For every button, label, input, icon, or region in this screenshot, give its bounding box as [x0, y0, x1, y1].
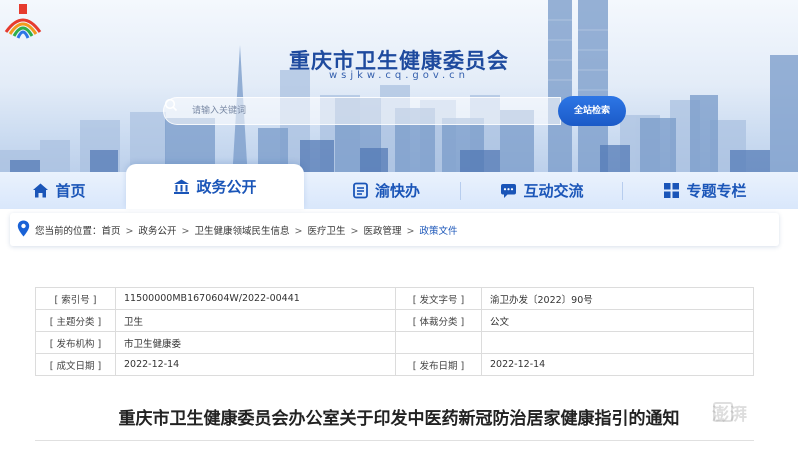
service-icon: [353, 182, 368, 199]
breadcrumb-item-government-affairs[interactable]: 政务公开: [139, 223, 177, 237]
nav-item-special-topics[interactable]: 专题专栏: [624, 172, 786, 209]
main-nav: 首页 政务公开 渝快办 互动交流 专题专栏: [0, 164, 798, 209]
nav-item-label: 政务公开: [196, 178, 257, 196]
nav-item-home[interactable]: 首页: [0, 172, 118, 209]
watermark-text: 澎湃: [712, 405, 748, 425]
nav-divider: [622, 182, 623, 200]
nav-item-yu-kuai-ban[interactable]: 渝快办: [312, 172, 460, 209]
topic-label: [ 主题分类 ]: [35, 309, 116, 332]
chat-icon: [501, 184, 517, 198]
issuer-value: 市卫生健康委: [115, 331, 396, 354]
breadcrumb-separator: >: [406, 226, 415, 237]
grid-icon: [664, 183, 680, 198]
created-date-value: 2022-12-14: [115, 353, 396, 376]
breadcrumb-item-home[interactable]: 首页: [102, 223, 121, 237]
home-icon: [33, 183, 49, 198]
search-icon: [164, 98, 178, 112]
table-row: [ 主题分类 ] 卫生 [ 体裁分类 ] 公文: [35, 309, 754, 332]
nav-item-label: 互动交流: [523, 182, 584, 200]
breadcrumb-item-policy-docs[interactable]: 政策文件: [419, 223, 457, 237]
empty-cell: [481, 331, 754, 354]
breadcrumb-trail: 您当前的位置：首页 > 政务公开 > 卫生健康领域民生信息 > 医疗卫生 > 医政管理 > 政策文件: [35, 223, 457, 237]
city-skyline-illustration: [0, 0, 798, 188]
site-domain: wsjkw.cq.gov.cn: [328, 70, 470, 81]
genre-label: [ 体裁分类 ]: [395, 309, 482, 332]
breadcrumb-item-medical-admin[interactable]: 医政管理: [363, 223, 401, 237]
nav-divider: [460, 182, 461, 200]
search-box: [163, 97, 561, 125]
breadcrumb-item-medical[interactable]: 医疗卫生: [307, 223, 345, 237]
emblem-logo: [4, 4, 42, 39]
breadcrumb: 您当前的位置：首页 > 政务公开 > 卫生健康领域民生信息 > 医疗卫生 > 医政管理 > 政策文件: [10, 213, 779, 246]
breadcrumb-separator: >: [350, 226, 359, 237]
created-date-label: [ 成文日期 ]: [35, 353, 116, 376]
empty-cell: [395, 331, 482, 354]
title-divider: [35, 440, 754, 441]
table-row: [ 发布机构 ] 市卫生健康委: [35, 331, 754, 354]
breadcrumb-separator: >: [125, 226, 134, 237]
index-label: [ 索引号 ]: [35, 287, 116, 310]
doc-number-value: 渝卫办发〔2022〕90号: [481, 287, 754, 310]
breadcrumb-prefix: 您当前的位置：: [35, 226, 102, 237]
header-banner: 重庆市卫生健康委员会 wsjkw.cq.gov.cn 全站检索: [0, 0, 798, 188]
document-meta-table: [ 索引号 ] 11500000MB1670604W/2022-00441 [ …: [35, 287, 754, 376]
doc-number-label: [ 发文字号 ]: [395, 287, 482, 310]
nav-item-label: 专题专栏: [686, 182, 747, 200]
genre-value: 公文: [481, 309, 754, 332]
issuer-label: [ 发布机构 ]: [35, 331, 116, 354]
nav-item-government-affairs[interactable]: 政务公开: [126, 164, 304, 209]
search-button[interactable]: 全站检索: [558, 96, 626, 126]
published-date-label: [ 发布日期 ]: [395, 353, 482, 376]
breadcrumb-item-livelihood[interactable]: 卫生健康领域民生信息: [194, 223, 289, 237]
table-row: [ 索引号 ] 11500000MB1670604W/2022-00441 [ …: [35, 287, 754, 310]
table-row: [ 成文日期 ] 2022-12-14 [ 发布日期 ] 2022-12-14: [35, 353, 754, 376]
breadcrumb-separator: >: [181, 226, 190, 237]
breadcrumb-separator: >: [294, 226, 303, 237]
published-date-value: 2022-12-14: [481, 353, 754, 376]
nav-item-label: 首页: [55, 182, 86, 200]
topic-value: 卫生: [115, 309, 396, 332]
document-title: 重庆市卫生健康委员会办公室关于印发中医药新冠防治居家健康指引的通知: [118, 409, 680, 429]
search-input[interactable]: [192, 102, 492, 120]
nav-item-interaction[interactable]: 互动交流: [462, 172, 622, 209]
page: 重庆市卫生健康委员会 wsjkw.cq.gov.cn 全站检索 首页: [0, 0, 798, 449]
location-pin-icon: [17, 220, 30, 237]
nav-item-label: 渝快办: [374, 182, 420, 200]
government-icon: [174, 179, 190, 194]
index-value: 11500000MB1670604W/2022-00441: [115, 287, 396, 310]
